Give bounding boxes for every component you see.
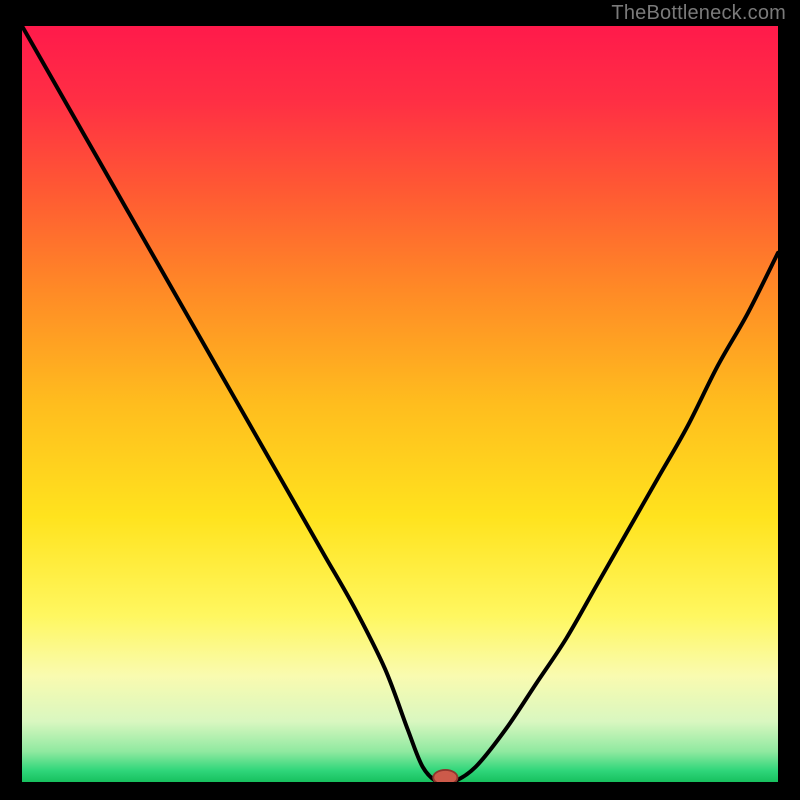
watermark-text: TheBottleneck.com: [611, 2, 786, 25]
gradient-rect: [22, 26, 778, 782]
chart-frame: TheBottleneck.com: [0, 0, 800, 800]
plot-area: [22, 26, 778, 782]
optimum-marker: [433, 770, 457, 782]
chart-svg: [22, 26, 778, 782]
